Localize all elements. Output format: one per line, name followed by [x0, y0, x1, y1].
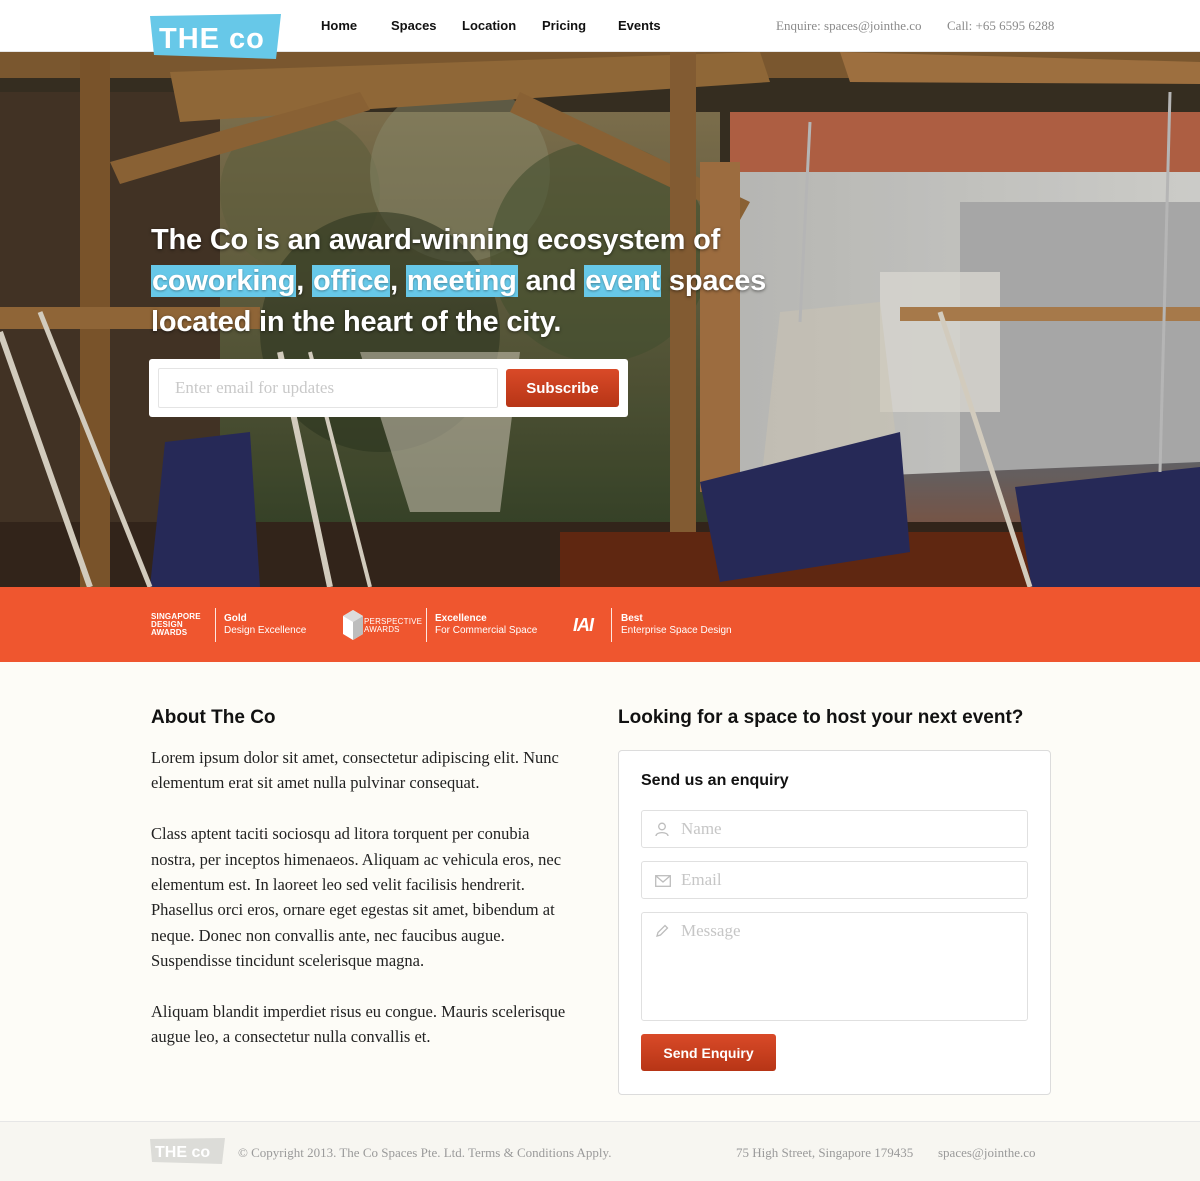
headline-spaces: spaces [661, 265, 767, 297]
nav-home[interactable]: Home [321, 18, 357, 33]
email-field-wrapper [641, 861, 1028, 899]
envelope-icon [655, 875, 671, 887]
pencil-icon [656, 924, 669, 937]
headline-line-1: The Co is an award-winning ecosystem of [151, 224, 721, 256]
name-field-wrapper [641, 810, 1028, 848]
copyright-text[interactable]: © Copyright 2013. The Co Spaces Pte. Ltd… [238, 1145, 611, 1161]
headline-comma-2: , [390, 265, 406, 297]
award-divider [611, 608, 612, 642]
about-body: Lorem ipsum dolor sit amet, consectetur … [151, 745, 576, 1075]
nav-location[interactable]: Location [462, 18, 516, 33]
footer-logo-text: THE co [155, 1144, 210, 1161]
highlight-meeting: meeting [405, 265, 518, 297]
perspective-cube-icon [343, 610, 363, 640]
hero-headline: The Co is an award-winning ecosystem of … [151, 220, 851, 343]
awards-strip: SINGAPORE DESIGN AWARDS Gold Design Exce… [0, 587, 1200, 662]
perspective-awards-logo: PERSPECTIVE AWARDS [364, 618, 422, 634]
nav-events[interactable]: Events [618, 18, 661, 33]
nav-spaces[interactable]: Spaces [391, 18, 437, 33]
subscribe-button[interactable]: Subscribe [506, 369, 619, 407]
about-paragraph: Lorem ipsum dolor sit amet, consectetur … [151, 748, 559, 793]
subscribe-email-input[interactable] [158, 368, 498, 408]
enquiry-heading: Looking for a space to host your next ev… [618, 707, 1024, 728]
about-heading: About The Co [151, 707, 276, 728]
enquiry-subheading: Send us an enquiry [641, 772, 789, 789]
award-title: Best [621, 613, 643, 624]
person-icon [655, 822, 669, 837]
award-subtitle: Enterprise Space Design [621, 625, 732, 636]
headline-comma-1: , [296, 265, 312, 297]
singapore-design-awards-logo: SINGAPORE DESIGN AWARDS [151, 613, 201, 637]
message-textarea[interactable] [681, 920, 1021, 1010]
award-perspective: PERSPECTIVE AWARDS Excellence For Commer… [342, 608, 542, 642]
award-subtitle: For Commercial Space [435, 625, 538, 636]
enquiry-form: Send us an enquiry Send Enquiry [618, 750, 1051, 1095]
subscribe-form: Subscribe [149, 359, 628, 417]
highlight-office: office [311, 265, 391, 297]
send-enquiry-button[interactable]: Send Enquiry [641, 1034, 776, 1071]
email-input[interactable] [681, 862, 1021, 898]
name-input[interactable] [681, 811, 1021, 847]
highlight-coworking: coworking [151, 265, 297, 297]
headline-line-2: coworking, office, meeting and event spa… [151, 261, 851, 302]
perspective-logo-line-2: AWARDS [364, 625, 400, 634]
award-subtitle: Design Excellence [224, 625, 307, 636]
footer-address: 75 High Street, Singapore 179435 [736, 1145, 914, 1160]
award-divider [215, 608, 216, 642]
sda-logo-line-3: AWARDS [151, 628, 188, 637]
headline-line-3: located in the heart of the city. [151, 306, 562, 338]
site-footer: THE co © Copyright 2013. The Co Spaces P… [0, 1121, 1200, 1181]
award-divider [426, 608, 427, 642]
logo-text: THE co [159, 23, 265, 55]
message-field-wrapper [641, 912, 1028, 1021]
headline-and: and [517, 265, 585, 297]
award-title: Gold [224, 613, 247, 624]
nav-pricing[interactable]: Pricing [542, 18, 586, 33]
site-header: THE co Home Spaces Location Pricing Even… [0, 0, 1200, 59]
award-title: Excellence [435, 613, 487, 624]
footer-email-link[interactable]: spaces@jointhe.co [938, 1145, 1036, 1161]
about-paragraph: Class aptent taciti sociosqu ad litora t… [151, 824, 562, 971]
footer-logo[interactable]: THE co [150, 1138, 225, 1164]
iai-logo: IAI [573, 615, 594, 635]
the-co-logo[interactable]: THE co [150, 14, 281, 59]
award-iai: IAI Best Enterprise Space Design [573, 608, 743, 642]
enquire-email-link[interactable]: Enquire: spaces@jointhe.co [776, 18, 922, 34]
award-singapore-design: SINGAPORE DESIGN AWARDS Gold Design Exce… [151, 608, 311, 642]
about-paragraph: Aliquam blandit imperdiet risus eu congu… [151, 1002, 566, 1047]
highlight-event: event [584, 265, 662, 297]
hero-banner: The Co is an award-winning ecosystem of … [0, 52, 1200, 587]
call-phone-link[interactable]: Call: +65 6595 6288 [947, 18, 1054, 34]
